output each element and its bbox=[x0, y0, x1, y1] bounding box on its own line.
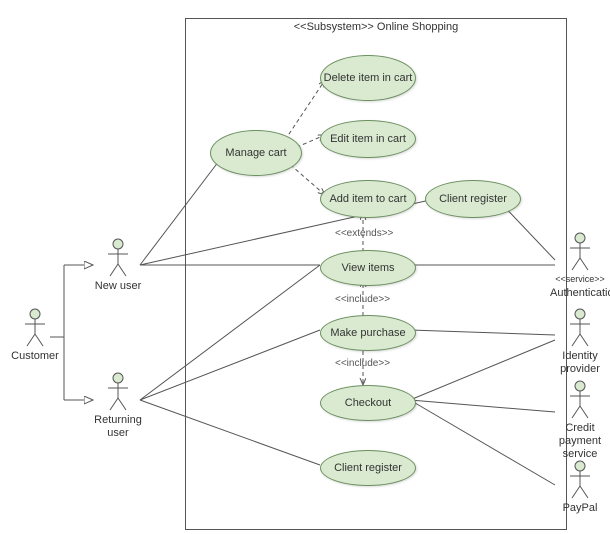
system-title: <<Subsystem>> Online Shopping bbox=[186, 19, 566, 35]
uc-delete-item[interactable]: Delete item in cart bbox=[320, 55, 416, 101]
actor-label: Credit payment service bbox=[550, 422, 610, 462]
stick-figure-icon bbox=[105, 238, 131, 278]
actor-label: Customer bbox=[10, 350, 60, 363]
actor-customer[interactable]: Customer bbox=[10, 308, 60, 363]
stick-figure-icon bbox=[567, 380, 593, 420]
uc-client-register-2[interactable]: Client register bbox=[320, 450, 416, 486]
stick-figure-icon bbox=[105, 372, 131, 412]
label-include: <<include>> bbox=[335, 294, 390, 305]
stick-figure-icon bbox=[567, 308, 593, 348]
stick-figure-icon bbox=[22, 308, 48, 348]
stick-figure-icon bbox=[567, 460, 593, 500]
uc-manage-cart[interactable]: Manage cart bbox=[210, 130, 302, 176]
actor-credit-payment[interactable]: Credit payment service bbox=[550, 380, 610, 462]
actor-identity-provider[interactable]: Identity provider bbox=[550, 308, 610, 376]
uc-view-items[interactable]: View items bbox=[320, 250, 416, 286]
label-include: <<include>> bbox=[335, 358, 390, 369]
uc-client-register-1[interactable]: Client register bbox=[425, 180, 521, 218]
uc-edit-item[interactable]: Edit item in cart bbox=[320, 120, 416, 158]
label-extends: <<extends>> bbox=[335, 228, 393, 239]
actor-label: Identity provider bbox=[550, 350, 610, 376]
actor-stereotype: <<service>> bbox=[550, 274, 610, 285]
actor-authentication[interactable]: <<service>> Authentication bbox=[550, 232, 610, 300]
uc-add-item[interactable]: Add item to cart bbox=[320, 180, 416, 218]
actor-label: New user bbox=[93, 280, 143, 293]
actor-label: PayPal bbox=[550, 502, 610, 515]
actor-paypal[interactable]: PayPal bbox=[550, 460, 610, 515]
actor-label: Returning user bbox=[93, 414, 143, 440]
actor-new-user[interactable]: New user bbox=[93, 238, 143, 293]
uc-checkout[interactable]: Checkout bbox=[320, 385, 416, 421]
stick-figure-icon bbox=[567, 232, 593, 272]
uc-make-purchase[interactable]: Make purchase bbox=[320, 315, 416, 351]
actor-returning-user[interactable]: Returning user bbox=[93, 372, 143, 440]
actor-label: Authentication bbox=[550, 287, 610, 300]
diagram-canvas: <<Subsystem>> Online Shopping Customer N… bbox=[0, 0, 610, 534]
